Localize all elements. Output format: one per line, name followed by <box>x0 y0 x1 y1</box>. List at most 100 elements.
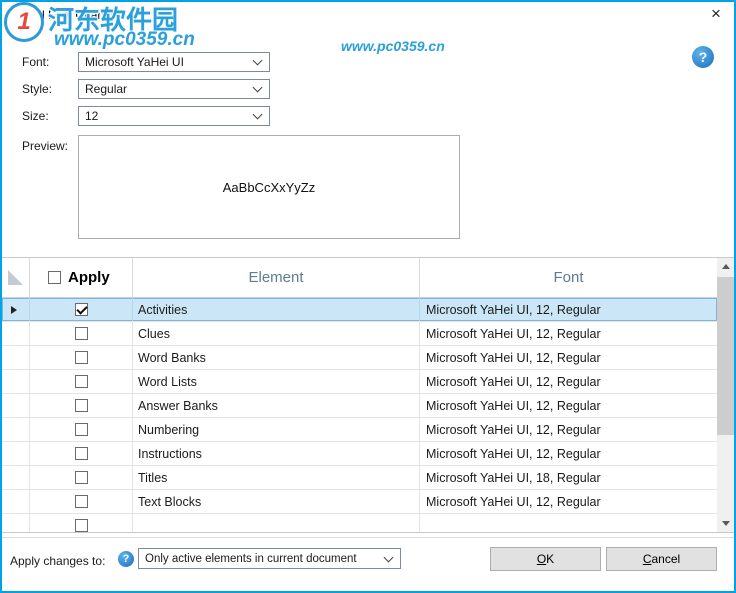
row-element-label: Word Banks <box>133 346 420 369</box>
row-apply-checkbox[interactable] <box>75 399 88 412</box>
grid-rows: Activities Microsoft YaHei UI, 12, Regul… <box>2 298 717 532</box>
row-selector[interactable] <box>2 490 30 513</box>
row-apply-cell <box>30 394 133 417</box>
chevron-down-icon <box>384 552 394 562</box>
font-column-header[interactable]: Font <box>420 258 717 297</box>
table-row[interactable]: Numbering Microsoft YaHei UI, 12, Regula… <box>2 418 717 442</box>
row-apply-checkbox[interactable] <box>75 471 88 484</box>
row-selector[interactable] <box>2 514 30 532</box>
table-row[interactable]: Titles Microsoft YaHei UI, 18, Regular <box>2 466 717 490</box>
row-element-label: Word Lists <box>133 370 420 393</box>
row-apply-checkbox[interactable] <box>75 303 88 316</box>
row-selector[interactable] <box>2 394 30 417</box>
vertical-scrollbar[interactable] <box>717 258 734 532</box>
table-row[interactable]: Instructions Microsoft YaHei UI, 12, Reg… <box>2 442 717 466</box>
row-font-label <box>420 514 717 532</box>
preview-label: Preview: <box>22 139 68 153</box>
row-apply-cell <box>30 418 133 441</box>
font-label: Font: <box>22 55 49 69</box>
font-dropdown[interactable]: Microsoft YaHei UI <box>78 52 270 72</box>
table-row[interactable] <box>2 514 717 532</box>
row-font-label: Microsoft YaHei UI, 12, Regular <box>420 490 717 513</box>
row-font-label: Microsoft YaHei UI, 12, Regular <box>420 322 717 345</box>
row-apply-checkbox[interactable] <box>75 375 88 388</box>
row-apply-checkbox[interactable] <box>75 423 88 436</box>
scrollbar-thumb[interactable] <box>717 277 734 435</box>
row-selector[interactable] <box>2 466 30 489</box>
row-font-label: Microsoft YaHei UI, 12, Regular <box>420 442 717 465</box>
select-all-corner[interactable] <box>2 258 30 297</box>
table-row[interactable]: Activities Microsoft YaHei UI, 12, Regul… <box>2 298 717 322</box>
row-apply-cell <box>30 346 133 369</box>
style-label: Style: <box>22 82 52 96</box>
chevron-down-icon <box>253 110 263 120</box>
chevron-down-icon <box>253 56 263 66</box>
row-apply-checkbox[interactable] <box>75 495 88 508</box>
row-apply-checkbox[interactable] <box>75 351 88 364</box>
table-row[interactable]: Word Lists Microsoft YaHei UI, 12, Regul… <box>2 370 717 394</box>
row-selector[interactable] <box>2 370 30 393</box>
row-element-label: Answer Banks <box>133 394 420 417</box>
preview-sample-text: AaBbCcXxYyZz <box>223 180 315 195</box>
row-apply-checkbox[interactable] <box>75 447 88 460</box>
cancel-button[interactable]: Cancel <box>606 547 717 571</box>
apply-header-label: Apply <box>68 269 110 286</box>
apply-changes-to-label: Apply changes to: <box>10 554 105 568</box>
ok-button[interactable]: OK <box>490 547 601 571</box>
help-icon[interactable]: ? <box>692 46 714 68</box>
row-apply-cell <box>30 442 133 465</box>
scope-dropdown-value: Only active elements in current document <box>139 553 385 565</box>
row-selector[interactable] <box>2 346 30 369</box>
font-dropdown-value: Microsoft YaHei UI <box>79 55 254 69</box>
chevron-down-icon <box>253 83 263 93</box>
apply-all-checkbox[interactable] <box>48 271 61 284</box>
style-dropdown[interactable]: Regular <box>78 79 270 99</box>
grid-header: Apply Element Font <box>2 258 717 298</box>
row-font-label: Microsoft YaHei UI, 18, Regular <box>420 466 717 489</box>
current-row-arrow-icon <box>11 306 17 314</box>
row-element-label: Clues <box>133 322 420 345</box>
row-font-label: Microsoft YaHei UI, 12, Regular <box>420 370 717 393</box>
scope-help-icon[interactable]: ? <box>118 551 134 567</box>
scope-dropdown[interactable]: Only active elements in current document <box>138 548 401 569</box>
row-font-label: Microsoft YaHei UI, 12, Regular <box>420 346 717 369</box>
row-element-label: Instructions <box>133 442 420 465</box>
preview-box: AaBbCcXxYyZz <box>78 135 460 239</box>
size-label: Size: <box>22 109 49 123</box>
row-element-label: Numbering <box>133 418 420 441</box>
row-apply-cell <box>30 490 133 513</box>
table-row[interactable]: Clues Microsoft YaHei UI, 12, Regular <box>2 322 717 346</box>
row-apply-cell <box>30 322 133 345</box>
watermark-url: www.pc0359.cn <box>54 29 195 51</box>
row-element-label: Activities <box>133 298 420 321</box>
table-row[interactable]: Text Blocks Microsoft YaHei UI, 12, Regu… <box>2 490 717 514</box>
row-apply-cell <box>30 298 133 321</box>
table-row[interactable]: Answer Banks Microsoft YaHei UI, 12, Reg… <box>2 394 717 418</box>
row-selector[interactable] <box>2 418 30 441</box>
size-dropdown-value: 12 <box>79 109 254 123</box>
watermark-logo-text: 1 <box>17 8 30 36</box>
watermark-logo-icon: 1 <box>4 2 44 42</box>
scroll-down-icon[interactable] <box>717 515 734 532</box>
row-apply-cell <box>30 466 133 489</box>
row-apply-cell <box>30 514 133 532</box>
apply-column-header: Apply <box>30 258 133 297</box>
row-apply-cell <box>30 370 133 393</box>
style-dropdown-value: Regular <box>79 82 254 96</box>
row-selector[interactable] <box>2 298 30 321</box>
close-icon[interactable]: × <box>706 4 726 24</box>
row-selector[interactable] <box>2 322 30 345</box>
row-element-label <box>133 514 420 532</box>
row-apply-checkbox[interactable] <box>75 327 88 340</box>
row-font-label: Microsoft YaHei UI, 12, Regular <box>420 298 717 321</box>
table-row[interactable]: Word Banks Microsoft YaHei UI, 12, Regul… <box>2 346 717 370</box>
scroll-up-icon[interactable] <box>717 258 734 275</box>
size-dropdown[interactable]: 12 <box>78 106 270 126</box>
row-font-label: Microsoft YaHei UI, 12, Regular <box>420 394 717 417</box>
global-font-changes-dialog: Global Font Changes × 1 河东软件园 www.pc0359… <box>0 0 736 593</box>
footer-divider <box>2 537 734 538</box>
row-apply-checkbox[interactable] <box>75 519 88 532</box>
row-selector[interactable] <box>2 442 30 465</box>
elements-grid: Apply Element Font Activities Microsoft … <box>2 257 734 533</box>
element-column-header[interactable]: Element <box>133 258 420 297</box>
